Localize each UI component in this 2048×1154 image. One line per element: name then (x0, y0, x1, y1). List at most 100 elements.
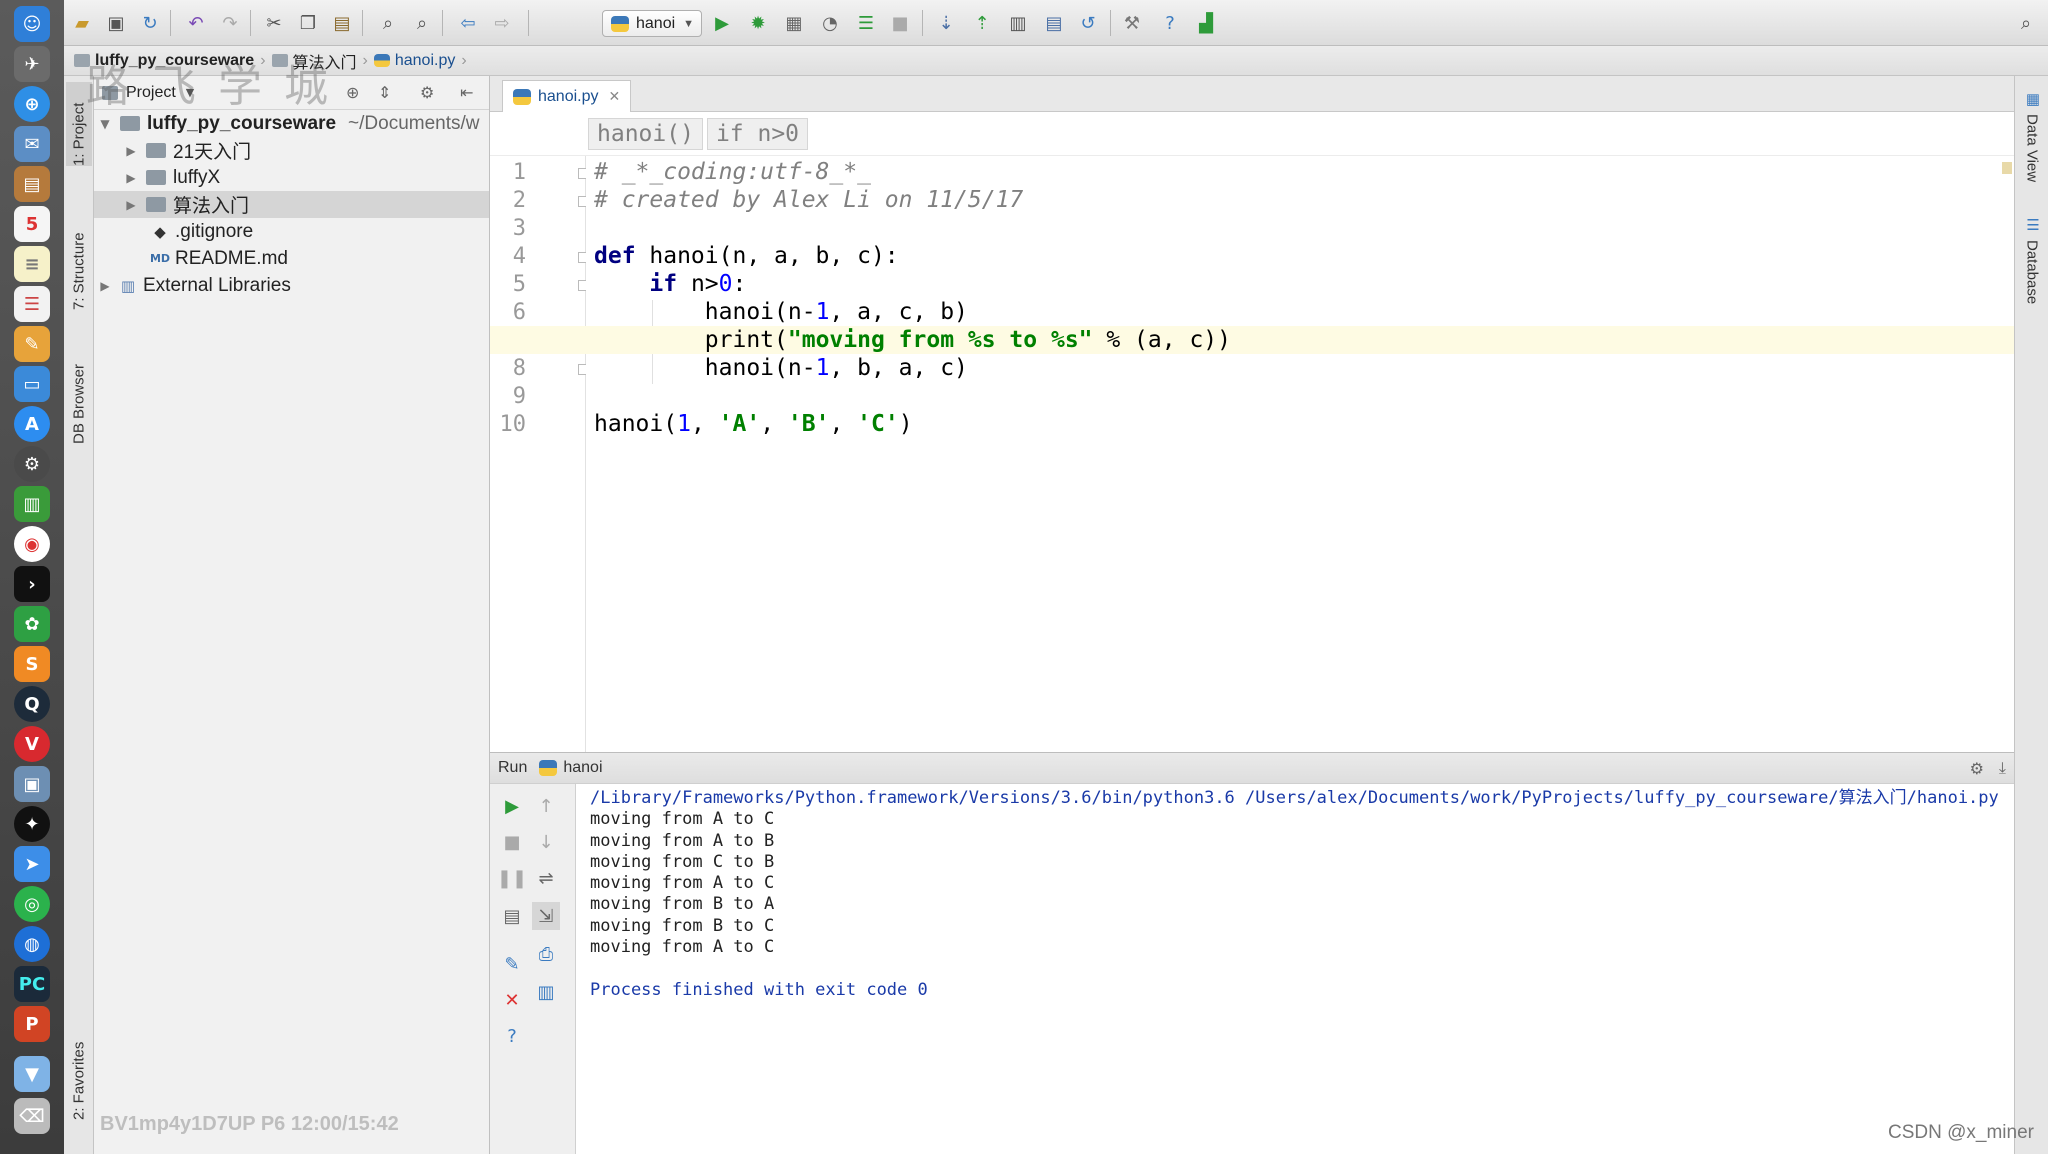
downloads-icon[interactable]: ▼ (14, 1056, 50, 1092)
back-icon[interactable]: ⇦ (454, 9, 482, 37)
pause-icon[interactable]: ❚❚ (497, 864, 527, 892)
vcs-update-icon[interactable]: ⇣ (932, 9, 960, 37)
vcs-revert-icon[interactable]: ↺ (1074, 9, 1102, 37)
run-console-output[interactable]: /Library/Frameworks/Python.framework/Ver… (576, 784, 2014, 1154)
save-icon[interactable]: ▣ (102, 9, 130, 37)
debug-icon[interactable]: ✹ (744, 9, 772, 37)
soft-wrap-icon[interactable]: ⇌ (532, 864, 560, 892)
notes-icon[interactable]: ≡ (14, 246, 50, 282)
pycharm-icon[interactable]: PC (14, 966, 50, 1002)
evernote-icon[interactable]: ✿ (14, 606, 50, 642)
breadcrumb-project[interactable]: luffy_py_courseware › (74, 52, 266, 70)
redo-icon[interactable]: ↷ (216, 9, 244, 37)
paste-icon[interactable]: ▤ (328, 9, 356, 37)
profile-icon[interactable]: ◔ (816, 9, 844, 37)
vpn-icon[interactable]: ◍ (14, 926, 50, 962)
appstore-icon[interactable]: A (14, 406, 50, 442)
tree-root[interactable]: ▼ luffy_py_courseware ~/Documents/w (94, 110, 489, 137)
run-configuration-select[interactable]: hanoi ▼ (602, 10, 702, 37)
scroll-from-source-icon[interactable]: ⊕ (346, 83, 359, 102)
tab-db-browser[interactable]: DB Browser (66, 346, 92, 444)
powerpoint-icon[interactable]: P (14, 1006, 50, 1042)
tree-item-folder[interactable]: ▶ 21天入门 (94, 137, 489, 164)
stop-icon[interactable]: ■ (886, 9, 914, 37)
quicktime-icon[interactable]: Q (14, 686, 50, 722)
contacts-icon[interactable]: ▤ (14, 166, 50, 202)
breadcrumb-file[interactable]: hanoi.py › (373, 52, 467, 70)
preview-icon[interactable]: ▣ (14, 766, 50, 802)
collapse-all-icon[interactable]: ⇕ (378, 83, 391, 102)
code-breadcrumb-if[interactable]: if n>0 (706, 117, 809, 150)
tab-project[interactable]: 1: Project (66, 82, 92, 166)
launchpad-icon[interactable]: ✈ (14, 46, 50, 82)
copy-icon[interactable]: ❐ (294, 9, 322, 37)
tab-structure[interactable]: 7: Structure (66, 206, 92, 310)
rerun-icon[interactable]: ▶ (498, 792, 526, 820)
tab-hanoi-py[interactable]: hanoi.py ✕ (502, 80, 632, 112)
trash-icon[interactable]: ⌫ (14, 1098, 50, 1134)
vcs-compare-icon[interactable]: ▥ (1004, 9, 1032, 37)
vcs-history-icon[interactable]: ▤ (1040, 9, 1068, 37)
undo-icon[interactable]: ↶ (182, 9, 210, 37)
project-view-select[interactable]: Project (126, 84, 176, 102)
find-icon[interactable]: ⌕ (374, 9, 402, 37)
forward-icon[interactable]: ⇨ (488, 9, 516, 37)
hide-panel-icon[interactable]: ⤓ (1999, 758, 2006, 778)
tab-database[interactable]: ☰ Database (2019, 216, 2045, 326)
tree-item-external-libraries[interactable]: ▶ ▥ External Libraries (94, 272, 489, 299)
help-icon[interactable]: ? (498, 1022, 526, 1050)
scroll-down-icon[interactable]: ↓ (532, 828, 560, 856)
run-build-icon[interactable]: ☰ (852, 9, 880, 37)
hide-panel-icon[interactable]: ⇤ (460, 83, 473, 102)
system-preferences-icon[interactable]: ⚙ (14, 446, 50, 482)
search-everywhere-icon[interactable]: ⌕ (2012, 9, 2040, 37)
help-icon[interactable]: ? (1156, 9, 1184, 37)
run-config-tab[interactable]: hanoi (563, 759, 602, 777)
gear-icon[interactable]: ⚙ (1970, 759, 1984, 778)
replace-icon[interactable]: ⌕ (408, 9, 436, 37)
run-icon[interactable]: ▶ (708, 9, 736, 37)
restore-layout-icon[interactable]: ▤ (498, 902, 526, 930)
terminal-icon[interactable]: › (14, 566, 50, 602)
tree-item-folder-selected[interactable]: ▶ 算法入门 (94, 191, 489, 218)
chrome-icon[interactable]: ◉ (14, 526, 50, 562)
tree-item-file[interactable]: MD README.md (94, 245, 489, 272)
mail-send-icon[interactable]: ➤ (14, 846, 50, 882)
settings-wrench-icon[interactable]: ⚒ (1118, 9, 1146, 37)
close-icon[interactable]: ✕ (609, 89, 621, 105)
inspection-status-icon[interactable] (2002, 162, 2012, 174)
clear-all-icon[interactable]: ▥ (532, 978, 560, 1006)
code-editor[interactable]: # _*_coding:utf-8_*_ # created by Alex L… (490, 156, 2014, 752)
sync-icon[interactable]: ↻ (136, 9, 164, 37)
calendar-icon[interactable]: 5 (14, 206, 50, 242)
chevron-down-icon[interactable]: ▼ (186, 86, 194, 99)
cut-icon[interactable]: ✂ (260, 9, 288, 37)
scroll-to-end-icon[interactable]: ⇲ (532, 902, 560, 930)
qq-icon[interactable]: ✦ (14, 806, 50, 842)
safari-icon[interactable]: ⊕ (14, 86, 50, 122)
sublime-icon[interactable]: S (14, 646, 50, 682)
reminders-icon[interactable]: ☰ (14, 286, 50, 322)
finder-icon[interactable]: ☺ (14, 6, 50, 42)
close-icon[interactable]: ✕ (498, 986, 526, 1014)
print-icon[interactable]: ⎙ (532, 940, 560, 968)
gear-icon[interactable]: ⚙ (420, 83, 434, 102)
numbers-icon[interactable]: ▥ (14, 486, 50, 522)
pin-icon[interactable]: ✎ (498, 950, 526, 978)
tree-item-file[interactable]: ◆ .gitignore (94, 218, 489, 245)
mail-icon[interactable]: ✉ (14, 126, 50, 162)
vcs-share-icon[interactable]: ▟ (1192, 9, 1220, 37)
open-folder-icon[interactable]: ▰ (68, 9, 96, 37)
wechat-icon[interactable]: ◎ (14, 886, 50, 922)
tab-data-view[interactable]: ▦ Data View (2019, 90, 2045, 200)
scroll-up-icon[interactable]: ↑ (532, 792, 560, 820)
tab-favorites[interactable]: 2: Favorites (66, 1022, 92, 1120)
breadcrumb-folder[interactable]: 算法入门 › (271, 49, 368, 73)
video-app-icon[interactable]: V (14, 726, 50, 762)
textedit-icon[interactable]: ✎ (14, 326, 50, 362)
stop-icon[interactable]: ■ (498, 828, 526, 856)
coverage-icon[interactable]: ▦ (780, 9, 808, 37)
code-breadcrumb-function[interactable]: hanoi() (588, 117, 703, 150)
vcs-commit-icon[interactable]: ⇡ (968, 9, 996, 37)
keynote-icon[interactable]: ▭ (14, 366, 50, 402)
